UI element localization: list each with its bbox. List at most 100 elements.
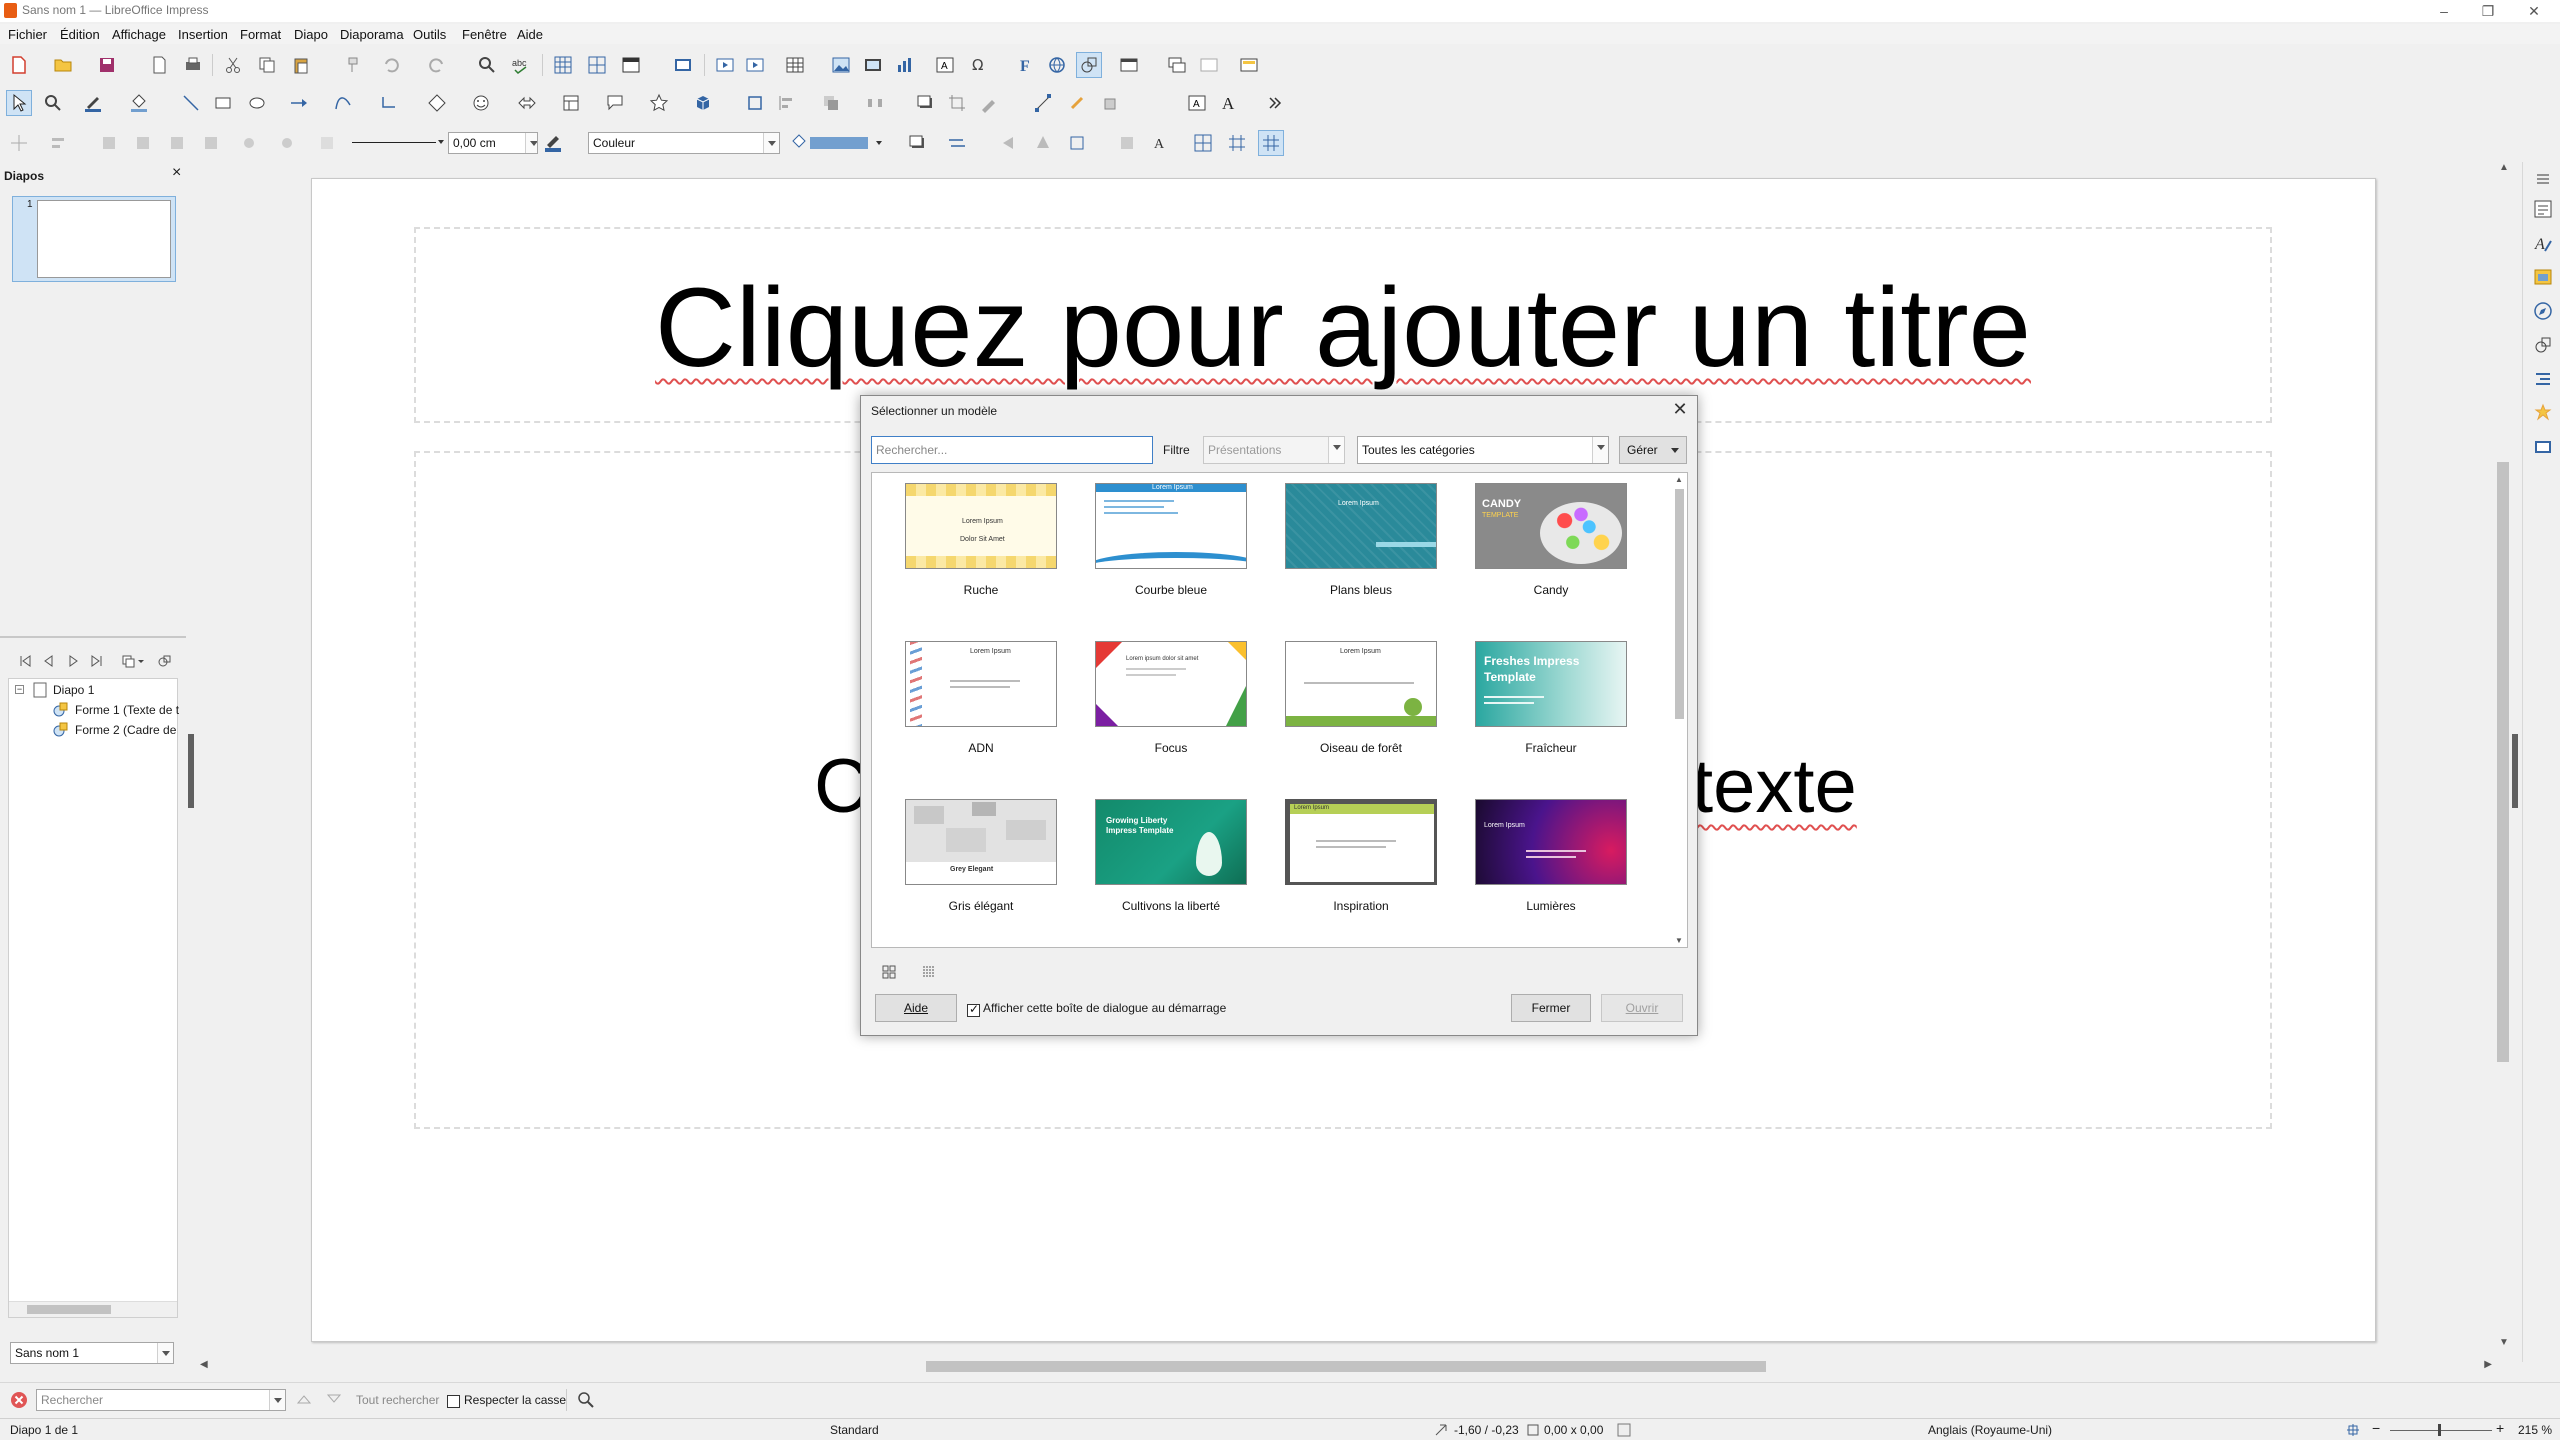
shadow-icon[interactable] [912, 90, 938, 116]
close-pane-icon[interactable]: × [172, 164, 181, 182]
horizontal-scrollbar[interactable]: ◀ ▶ [196, 1358, 2496, 1374]
menu-diaporama[interactable]: Diaporama [340, 27, 404, 42]
select-arrow-icon[interactable] [6, 90, 32, 116]
template-item[interactable]: Lorem Ipsum Inspiration [1266, 799, 1456, 913]
display-grid-icon[interactable] [550, 52, 576, 78]
horizontal-scroll-thumb[interactable] [926, 1361, 1766, 1372]
fontwork-icon[interactable]: F [1012, 52, 1038, 78]
curves-icon[interactable] [330, 90, 356, 116]
master-slide-icon[interactable] [670, 52, 696, 78]
fill-bucket-icon[interactable] [786, 130, 812, 156]
more-toolbar-icon[interactable] [1262, 90, 1288, 116]
close-window-button[interactable]: ✕ [2514, 0, 2554, 22]
clone-formatting-icon[interactable] [340, 52, 366, 78]
insert-image-icon[interactable] [828, 52, 854, 78]
chevron-down-icon[interactable] [157, 1343, 173, 1363]
flowchart-icon[interactable] [558, 90, 584, 116]
shapes-icon[interactable] [2532, 334, 2554, 356]
template-item[interactable]: Growing Liberty Impress Template Cultivo… [1076, 799, 1266, 913]
scroll-up-icon[interactable]: ▲ [1675, 475, 1683, 484]
redo-icon[interactable] [424, 52, 450, 78]
show-shapes-icon[interactable] [158, 654, 172, 668]
insert-media-icon[interactable] [860, 52, 886, 78]
gallery-icon[interactable] [2532, 266, 2554, 288]
spin-arrows-icon[interactable] [525, 133, 537, 153]
filter-type-select[interactable]: Présentations [1203, 436, 1345, 464]
chevron-down-icon[interactable] [1328, 437, 1344, 463]
callout-shapes-icon[interactable] [602, 90, 628, 116]
previous-slide-icon[interactable] [42, 654, 56, 668]
dialog-close-icon[interactable]: ✕ [1669, 398, 1691, 420]
template-item[interactable]: Lorem Ipsum Oiseau de forêt [1266, 641, 1456, 755]
area-style-select[interactable]: Couleur [588, 132, 780, 154]
fill-color-preview[interactable] [810, 137, 868, 149]
menu-outils[interactable]: Outils [413, 27, 446, 42]
new-document-icon[interactable] [6, 52, 32, 78]
collapse-toggle-icon[interactable]: − [15, 685, 24, 694]
spelling-icon[interactable]: abc [508, 52, 534, 78]
area-icon[interactable] [1114, 130, 1140, 156]
navigator-icon[interactable] [2532, 300, 2554, 322]
menu-diapo[interactable]: Diapo [294, 27, 328, 42]
chevron-down-icon[interactable] [269, 1390, 285, 1410]
bring-front-icon[interactable] [96, 130, 122, 156]
thumbnail-view-icon[interactable] [881, 964, 897, 980]
open-folder-icon[interactable] [50, 52, 76, 78]
fontwork-gallery-icon[interactable]: A [1184, 90, 1210, 116]
menu-format[interactable]: Format [240, 27, 281, 42]
right-collapse-handle[interactable] [2512, 734, 2518, 808]
chevron-down-icon[interactable] [763, 133, 779, 153]
backward-one-icon[interactable] [164, 130, 190, 156]
zoom-level[interactable]: 215 % [2518, 1423, 2552, 1437]
title-placeholder[interactable]: Cliquez pour ajouter un titre [414, 227, 2272, 423]
insert-chart-icon[interactable] [892, 52, 918, 78]
glue-points-icon[interactable] [1064, 90, 1090, 116]
start-first-slide-icon[interactable] [712, 52, 738, 78]
insert-table-icon[interactable] [782, 52, 808, 78]
fit-slide-icon[interactable] [2346, 1423, 2360, 1437]
save-icon[interactable] [94, 52, 120, 78]
template-item[interactable]: Lorem Ipsum Dolor Sit Amet Ruche [886, 483, 1076, 597]
vertical-scroll-thumb[interactable] [2497, 462, 2509, 1062]
ellipse-icon[interactable] [244, 90, 270, 116]
distribute-icon[interactable] [862, 90, 888, 116]
forward-one-icon[interactable] [130, 130, 156, 156]
ungroup-icon[interactable] [272, 130, 298, 156]
line-color-icon[interactable] [80, 90, 106, 116]
last-slide-icon[interactable] [90, 654, 104, 668]
animation-icon[interactable] [2532, 402, 2554, 424]
find-replace-icon[interactable] [474, 52, 500, 78]
special-character-icon[interactable]: Ω [966, 52, 992, 78]
arrange-icon[interactable] [818, 90, 844, 116]
zoom-in-icon[interactable]: + [2496, 1420, 2504, 1436]
zoom-slider-track[interactable] [2390, 1430, 2492, 1431]
find-all-button[interactable]: Tout rechercher [356, 1393, 439, 1407]
pane-splitter[interactable] [0, 636, 186, 638]
sidebar-menu-icon[interactable] [2532, 168, 2554, 190]
rectangle-icon[interactable] [210, 90, 236, 116]
menu-insertion[interactable]: Insertion [178, 27, 228, 42]
arrow-style-icon[interactable] [944, 130, 970, 156]
template-item[interactable]: Lorem ipsum dolor sit amet Focus [1076, 641, 1266, 755]
stars-icon[interactable] [646, 90, 672, 116]
tree-hscrollbar[interactable] [9, 1301, 177, 1317]
tree-item-forme-1[interactable]: Forme 1 (Texte de t [75, 703, 179, 717]
cut-icon[interactable] [220, 52, 246, 78]
template-item[interactable]: Lorem Ipsum Courbe bleue [1076, 483, 1266, 597]
zoom-out-icon[interactable]: − [2372, 1420, 2380, 1436]
tree-scroll-thumb[interactable] [27, 1305, 111, 1314]
shadow-toggle-icon[interactable] [904, 130, 930, 156]
master-slides-icon[interactable] [2532, 436, 2554, 458]
find-next-icon[interactable] [326, 1393, 342, 1405]
template-grid-scrollbar[interactable]: ▲ ▼ [1673, 475, 1685, 945]
left-collapse-handle[interactable] [188, 734, 194, 808]
template-grid-scroll-thumb[interactable] [1675, 489, 1684, 719]
basic-shapes-icon[interactable] [424, 90, 450, 116]
menu-edition[interactable]: Édition [60, 27, 100, 42]
flip-vertical-icon[interactable] [996, 130, 1022, 156]
character-icon[interactable]: A [1148, 130, 1174, 156]
find-search-field[interactable]: Rechercher [36, 1389, 286, 1411]
document-modified-icon[interactable] [1616, 1422, 1632, 1438]
align-icon[interactable] [46, 130, 72, 156]
new-slide-icon[interactable] [1116, 52, 1142, 78]
